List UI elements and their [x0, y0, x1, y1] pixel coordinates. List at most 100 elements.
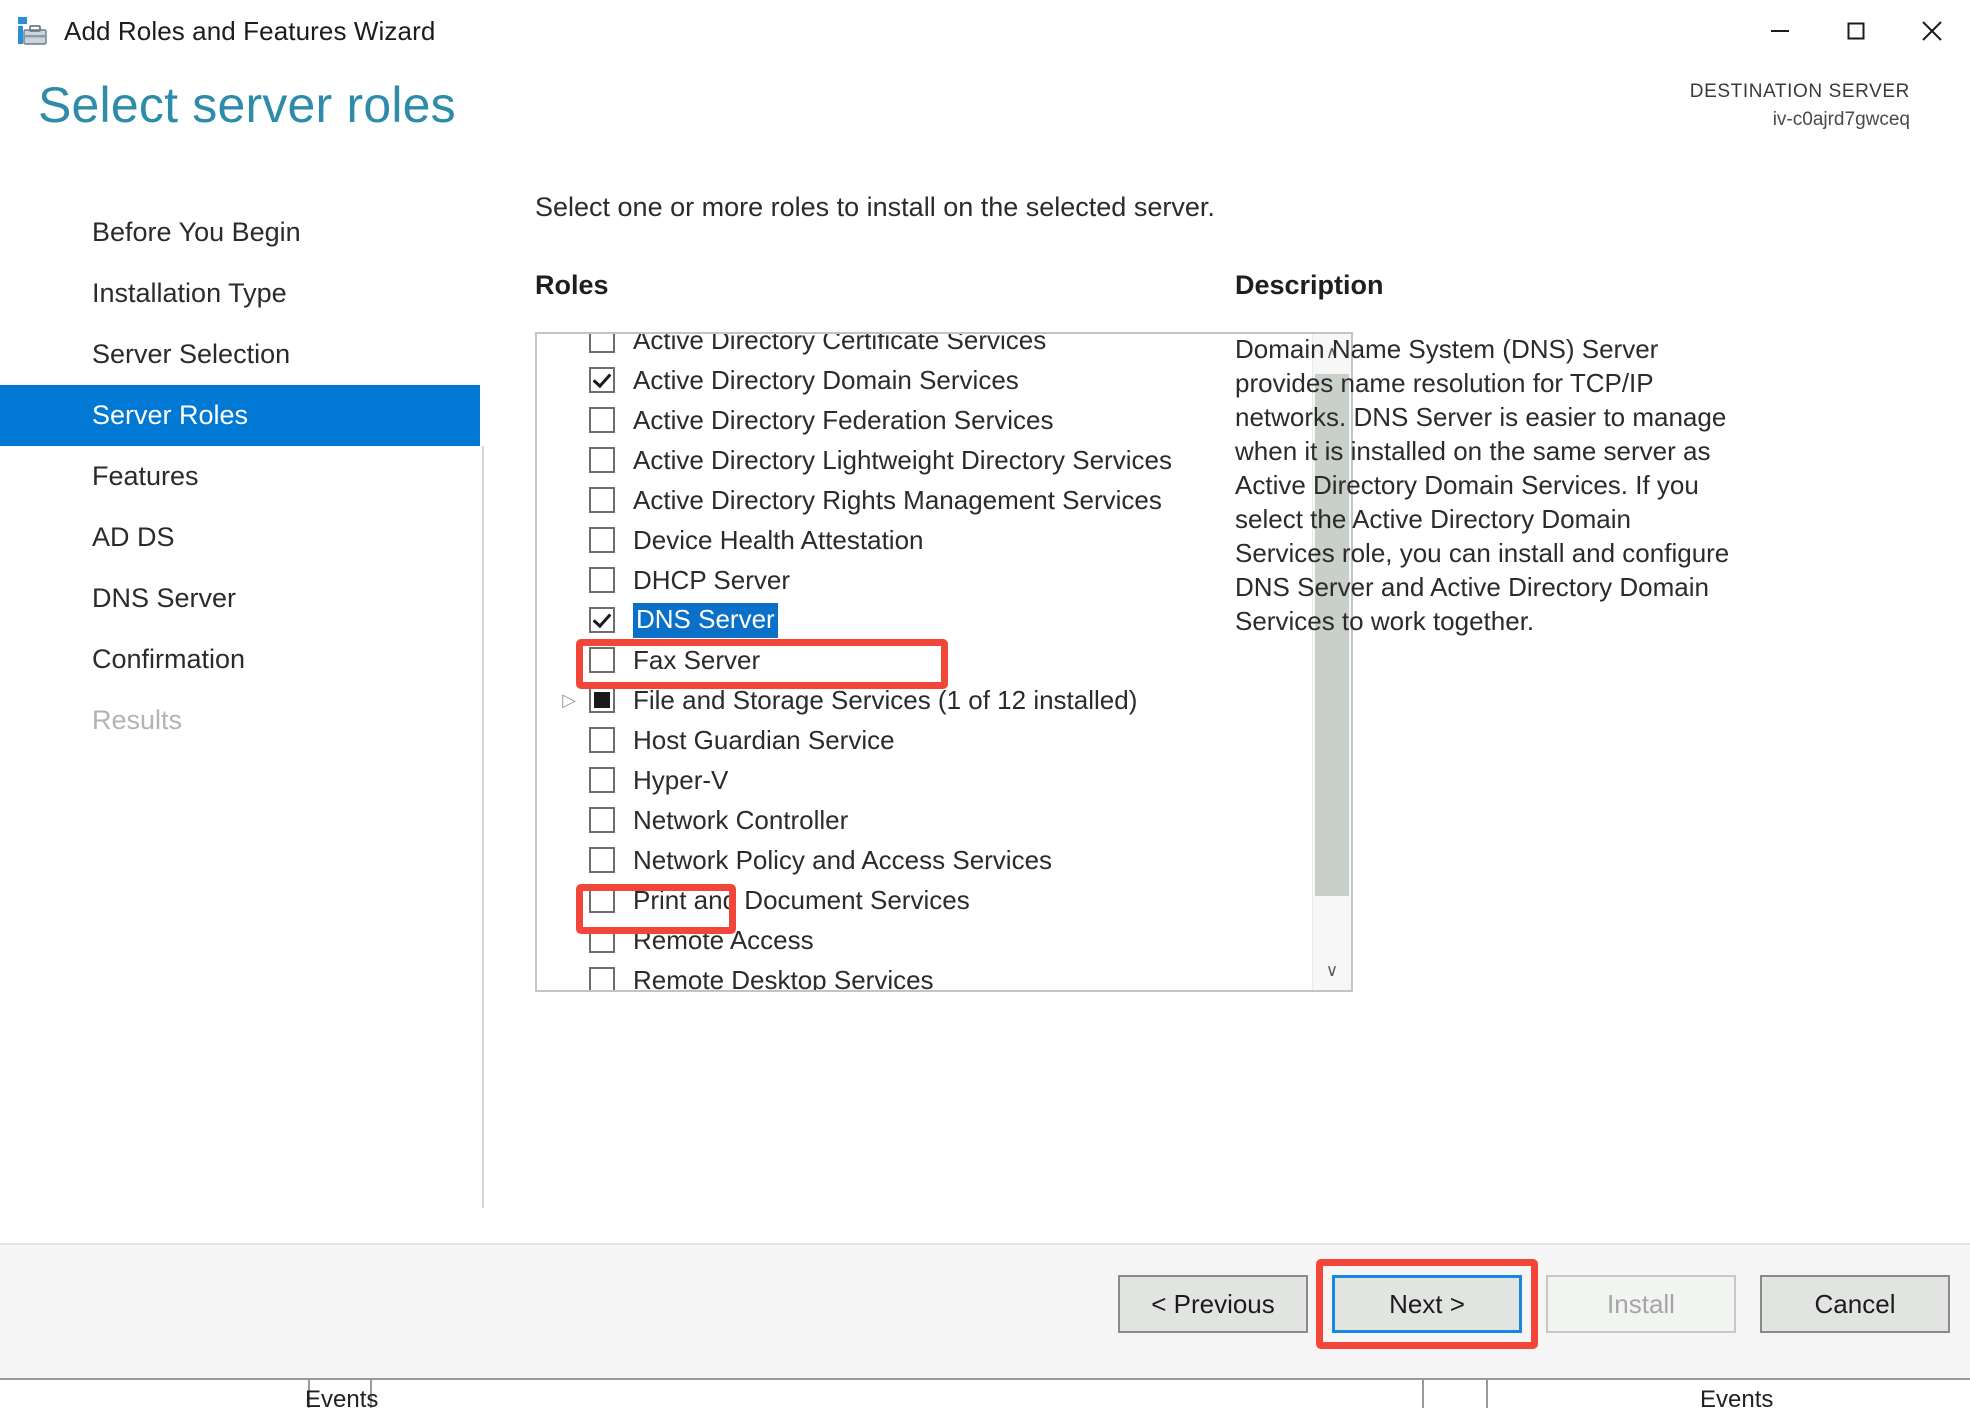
role-label: Host Guardian Service [633, 724, 895, 755]
role-row[interactable]: ▷Network Policy and Access Services [537, 840, 1309, 880]
role-checkbox[interactable] [589, 527, 615, 553]
destination-server-block: DESTINATION SERVER iv-c0ajrd7gwceq [1690, 78, 1910, 133]
destination-server-label: DESTINATION SERVER [1689, 81, 1910, 102]
roles-heading: Roles [535, 270, 609, 300]
previous-button-slot: < Previous [1118, 1275, 1308, 1333]
window-titlebar: Add Roles and Features Wizard [0, 0, 1970, 62]
install-button: Install [1546, 1275, 1736, 1333]
wizard-step-nav: Before You Begin Installation Type Server … [0, 202, 480, 751]
role-checkbox[interactable] [589, 334, 615, 353]
role-checkbox[interactable] [589, 927, 615, 953]
sidebar-item-label: Features [92, 461, 199, 491]
destination-server-name: iv-c0ajrd7gwceq [1772, 108, 1910, 130]
role-row[interactable]: ▷Host Guardian Service [537, 720, 1309, 760]
role-checkbox[interactable] [589, 767, 615, 793]
role-label: Device Health Attestation [633, 524, 924, 555]
sidebar-item-label: AD DS [92, 522, 175, 552]
role-label: Active Directory Domain Services [633, 364, 1019, 395]
role-label: Remote Access [633, 924, 814, 955]
role-checkbox[interactable] [589, 807, 615, 833]
background-label-left: Events [305, 1386, 379, 1408]
roles-listbox[interactable]: ▷Active Directory Certificate Services▷A… [535, 332, 1353, 992]
description-text: Domain Name System (DNS) Server provides… [1235, 334, 1730, 637]
role-checkbox[interactable] [589, 967, 615, 990]
role-label: Network Controller [633, 804, 849, 835]
install-button-slot: Install [1546, 1275, 1736, 1333]
role-checkbox[interactable] [589, 647, 615, 673]
role-label: Active Directory Certificate Services [633, 332, 1047, 355]
role-row[interactable]: ▷Active Directory Domain Services [537, 360, 1309, 400]
cancel-button[interactable]: Cancel [1760, 1275, 1950, 1333]
wizard-footer: < Previous Next > Install Cancel [0, 1243, 1970, 1380]
next-button[interactable]: Next > [1332, 1275, 1522, 1333]
description-heading: Description [1235, 270, 1384, 300]
background-cell [38, 1380, 310, 1408]
sidebar-item-server-selection[interactable]: Server Selection [0, 324, 480, 385]
wizard-body: Before You Begin Installation Type Server … [0, 180, 1970, 1245]
role-checkbox[interactable] [589, 447, 615, 473]
role-label: Network Policy and Access Services [633, 844, 1053, 875]
cancel-button-slot: Cancel [1760, 1275, 1950, 1333]
sidebar-item-before-you-begin[interactable]: Before You Begin [0, 202, 480, 263]
minimize-icon[interactable] [1742, 0, 1818, 62]
role-row[interactable]: ▷ File and Storage Services (1 of 12 inst… [537, 680, 1309, 720]
role-label: Remote Desktop Services [633, 964, 934, 992]
role-label: Print and Document Services [633, 884, 970, 915]
role-label: DNS Server [633, 602, 778, 638]
sidebar-item-label: Server Selection [92, 339, 291, 369]
previous-button[interactable]: < Previous [1118, 1275, 1308, 1333]
sidebar-item-label: DNS Server [92, 583, 237, 613]
role-checkbox[interactable] [589, 887, 615, 913]
role-row[interactable]: ▷Remote Access [537, 920, 1309, 960]
role-row[interactable]: ▷Print and Document Services [537, 880, 1309, 920]
role-checkbox[interactable] [589, 727, 615, 753]
background-window-strip: Events Events [0, 1378, 1970, 1408]
nav-divider [482, 446, 484, 1208]
role-label: Active Directory Federation Services [633, 404, 1054, 435]
role-checkbox[interactable] [589, 487, 615, 513]
background-label-right: Events [1700, 1386, 1774, 1408]
role-checkbox[interactable] [589, 607, 615, 633]
sidebar-item-label: Server Roles [92, 400, 249, 430]
role-checkbox[interactable] [589, 687, 615, 713]
role-label: Hyper-V [633, 764, 729, 795]
sidebar-item-label: Before You Begin [92, 217, 301, 247]
role-row[interactable]: ▷Remote Desktop Services [537, 960, 1309, 992]
role-row[interactable]: ▷Active Directory Federation Services [537, 400, 1309, 440]
sidebar-item-confirmation[interactable]: Confirmation [0, 629, 480, 690]
role-label: Active Directory Rights Management Servi… [633, 484, 1162, 515]
sidebar-item-features[interactable]: Features [0, 446, 480, 507]
role-row[interactable]: ▷DHCP Server [537, 560, 1309, 600]
role-row[interactable]: ▷Fax Server [537, 640, 1309, 680]
sidebar-item-installation-type[interactable]: Installation Type [0, 263, 480, 324]
maximize-icon[interactable] [1818, 0, 1894, 62]
background-cell [1330, 1380, 1424, 1408]
sidebar-item-label: Results [92, 705, 183, 735]
footer-button-row: < Previous Next > Install Cancel [1118, 1259, 1950, 1349]
role-label: Active Directory Lightweight Directory S… [633, 444, 1172, 475]
role-row[interactable]: ▷Active Directory Certificate Services [537, 332, 1309, 360]
role-row[interactable]: ▷Device Health Attestation [537, 520, 1309, 560]
scroll-down-icon[interactable]: ∨ [1313, 952, 1351, 990]
expand-triangle-icon[interactable]: ▷ [555, 691, 583, 709]
role-checkbox[interactable] [589, 567, 615, 593]
sidebar-item-label: Confirmation [92, 644, 246, 674]
window-title: Add Roles and Features Wizard [64, 15, 436, 46]
role-row[interactable]: ▷Network Controller [537, 800, 1309, 840]
role-checkbox[interactable] [589, 407, 615, 433]
role-checkbox[interactable] [589, 367, 615, 393]
roles-list: ▷Active Directory Certificate Services▷A… [537, 332, 1309, 992]
sidebar-item-label: Installation Type [92, 278, 287, 308]
role-row[interactable]: ▷Active Directory Rights Management Serv… [537, 480, 1309, 520]
next-button-slot: Next > [1316, 1259, 1538, 1349]
role-label: File and Storage Services (1 of 12 insta… [633, 684, 1138, 715]
role-row[interactable]: ▷Active Directory Lightweight Directory … [537, 440, 1309, 480]
role-row[interactable]: ▷Hyper-V [537, 760, 1309, 800]
sidebar-item-ad-ds[interactable]: AD DS [0, 507, 480, 568]
instruction-text: Select one or more roles to install on t… [535, 192, 1215, 222]
sidebar-item-server-roles[interactable]: Server Roles [0, 385, 480, 446]
role-row[interactable]: ▷DNS Server [537, 600, 1309, 640]
close-icon[interactable] [1894, 0, 1970, 62]
role-checkbox[interactable] [589, 847, 615, 873]
sidebar-item-dns-server[interactable]: DNS Server [0, 568, 480, 629]
